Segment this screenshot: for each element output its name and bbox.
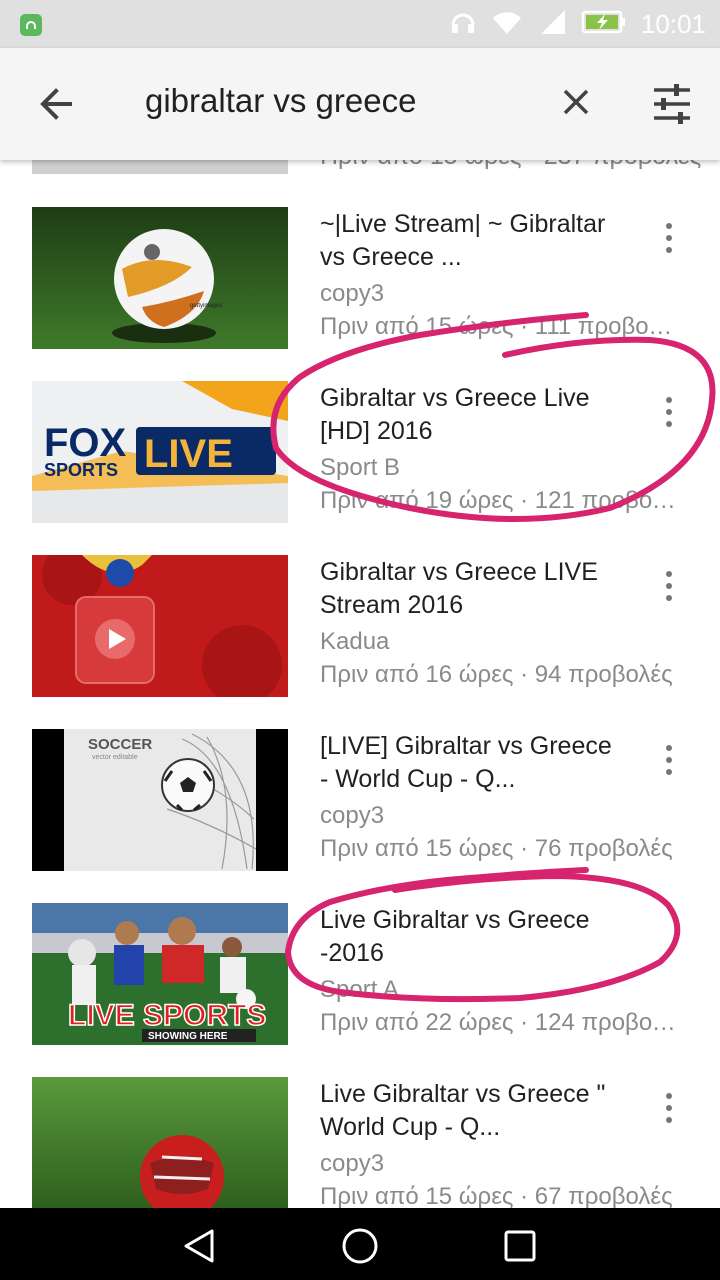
channel-name[interactable]: copy3 [320,280,384,308]
video-title[interactable]: Gibraltar vs Greece LIVE Stream 2016 [320,556,620,622]
soccer-sub-label: vector editable [92,754,138,761]
video-meta: Πριν από 15 ώρες · 111 προβολές [320,313,680,340]
home-circle-icon[interactable] [340,1226,380,1266]
channel-name[interactable]: Kadua [320,628,389,656]
video-result-item[interactable]: LIVE SPORTS SHOWING HERE Live Gibraltar … [0,903,720,1047]
more-options-icon[interactable] [654,395,684,429]
fox-logo: FOX [44,421,127,465]
video-thumbnail[interactable]: SOCCER vector editable [32,729,288,871]
video-meta: Πριν από 19 ώρες · 121 προβολές [320,487,680,514]
headset-icon [449,8,477,41]
search-input[interactable]: gibraltar vs greece [145,82,416,120]
watermark: gettyimages [190,303,222,309]
navigation-bar [0,1208,720,1280]
video-result-item[interactable]: SOCCER vector editable [LIVE] Gibraltar … [0,729,720,873]
video-thumbnail[interactable] [32,555,288,697]
video-thumbnail[interactable]: LIVE SPORTS SHOWING HERE [32,903,288,1045]
video-title[interactable]: ~|Live Stream| ~ Gibraltar vs Greece ... [320,208,620,274]
video-meta: Πριν από 15 ώρες · 67 προβολές [320,1183,673,1208]
wifi-icon [491,8,523,41]
soccer-label: SOCCER [88,736,152,753]
video-title[interactable]: Gibraltar vs Greece Live [HD] 2016 [320,382,620,448]
battery-charging-icon [581,9,627,40]
status-bar: 10:01 [0,0,720,48]
clock: 10:01 [640,8,706,39]
signal-icon [537,8,567,41]
back-triangle-icon[interactable] [180,1226,220,1266]
more-options-icon[interactable] [654,1091,684,1125]
video-meta: Πριν από 15 ώρες · 76 προβολές [320,835,673,862]
video-result-item[interactable]: Gibraltar vs Greece LIVE Stream 2016 Kad… [0,555,720,699]
results-list[interactable]: Πριν από 15 ώρες · 237 προβολές gettyima… [0,160,720,1208]
clear-icon[interactable] [556,82,596,122]
live-label: LIVE [144,432,233,476]
video-title[interactable]: [LIVE] Gibraltar vs Greece - World Cup -… [320,730,620,796]
video-thumbnail[interactable]: FOX SPORTS LIVE [32,381,288,523]
more-options-icon[interactable] [654,743,684,777]
showing-here-label: SHOWING HERE [148,1031,228,1042]
app-notification-icon [20,14,42,36]
video-meta: Πριν από 22 ώρες · 124 προβολές [320,1009,680,1036]
more-options-icon[interactable] [654,221,684,255]
channel-name[interactable]: copy3 [320,802,384,830]
channel-name[interactable]: copy3 [320,1150,384,1178]
video-title[interactable]: Live Gibraltar vs Greece " World Cup - Q… [320,1078,620,1144]
more-options-icon[interactable] [654,569,684,603]
video-thumbnail[interactable] [32,160,288,174]
video-result-item[interactable]: Live Gibraltar vs Greece " World Cup - Q… [0,1077,720,1208]
back-arrow-icon[interactable] [30,78,82,130]
sports-label: SPORTS [44,460,118,480]
video-title[interactable]: Live Gibraltar vs Greece -2016 [320,904,620,970]
video-thumbnail[interactable]: gettyimages [32,207,288,349]
channel-name[interactable]: Sport A [320,976,399,1004]
video-result-item[interactable]: FOX SPORTS LIVE Gibraltar vs Greece Live… [0,381,720,525]
filter-icon[interactable] [648,80,696,128]
video-meta: Πριν από 15 ώρες · 237 προβολές [320,160,701,171]
live-sports-label: LIVE SPORTS [68,999,266,1032]
search-bar: gibraltar vs greece [0,48,720,160]
video-result-item[interactable]: gettyimages ~|Live Stream| ~ Gibraltar v… [0,207,720,351]
video-meta: Πριν από 16 ώρες · 94 προβολές [320,661,673,688]
channel-name[interactable]: Sport B [320,454,400,482]
video-thumbnail[interactable] [32,1077,288,1208]
recents-square-icon[interactable] [500,1226,540,1266]
